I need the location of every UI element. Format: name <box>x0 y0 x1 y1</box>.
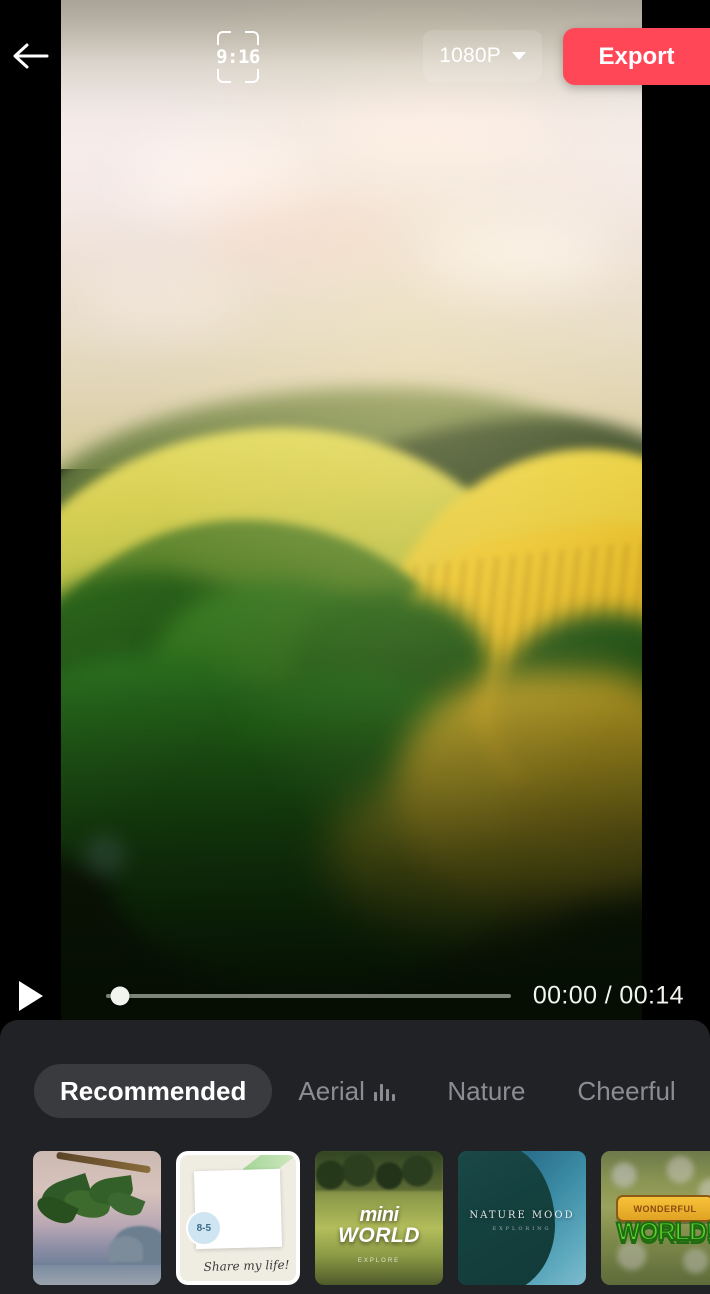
polaroid-caption: Share my life! <box>203 1258 290 1275</box>
nature-mood-subtitle: EXPLORING <box>492 1226 552 1233</box>
aspect-ratio-label: 9:16 <box>216 46 260 68</box>
category-tabs: Recommended Aerial Nature Cheerful <box>0 1061 710 1121</box>
title-line-1: mini <box>359 1203 399 1226</box>
back-button[interactable] <box>0 0 61 112</box>
tab-aerial[interactable]: Aerial <box>272 1064 421 1118</box>
island-rock <box>109 1236 144 1263</box>
template-thumbnail-nature-mood[interactable]: NATURE MOOD EXPLORING <box>458 1151 586 1285</box>
video-preview-stage <box>0 0 710 1020</box>
video-preview[interactable] <box>61 0 642 1020</box>
template-thumbnail-wonderful-world[interactable]: WONDERFUL WORLD! <box>601 1151 710 1285</box>
equalizer-icon <box>373 1082 396 1101</box>
top-toolbar: 9:16 1080P Export <box>0 0 710 112</box>
export-button-label: Export <box>598 42 675 70</box>
palm-trunk <box>56 1151 151 1174</box>
resolution-label: 1080P <box>439 44 501 67</box>
cloud <box>200 204 411 262</box>
arrow-left-icon <box>13 43 48 69</box>
template-thumbnail-mini-world[interactable]: mini WORLD EXPLORE <box>315 1151 443 1285</box>
resolution-selector[interactable]: 1080P <box>423 30 542 82</box>
template-thumbnail-polaroid[interactable]: 8-5 Share my life! <box>176 1151 300 1285</box>
title-line-2: WORLD <box>338 1223 420 1247</box>
treeline <box>315 1151 443 1192</box>
mini-world-subtitle: EXPLORE <box>357 1257 401 1264</box>
tab-label: Nature <box>447 1075 526 1106</box>
playback-bar: 00:00 / 00:14 <box>0 968 710 1024</box>
chevron-down-icon <box>512 52 526 60</box>
video-editor-screen: 9:16 1080P Export 00:00 / 00:14 Recommen… <box>0 0 710 1294</box>
template-list: 8-5 Share my life! mini WORLD EXPLORE NA… <box>0 1151 710 1289</box>
tab-cheerful[interactable]: Cheerful <box>551 1064 701 1118</box>
template-thumbnail-palm-beach[interactable] <box>33 1151 161 1285</box>
aspect-ratio-frame-icon: 9:16 <box>216 31 260 83</box>
aspect-ratio-button[interactable]: 9:16 <box>210 28 266 86</box>
palm-leaf <box>104 1187 146 1220</box>
tab-recommended[interactable]: Recommended <box>34 1064 273 1118</box>
timecode-label: 00:00 / 00:14 <box>532 981 684 1010</box>
sea <box>33 1264 161 1285</box>
mini-world-title: mini WORLD <box>315 1205 443 1246</box>
export-button[interactable]: Export <box>563 28 710 85</box>
nature-mood-title: NATURE MOOD <box>469 1209 575 1221</box>
progress-slider[interactable] <box>106 968 511 1024</box>
tab-label: Recommended <box>60 1075 247 1106</box>
world-title: WORLD! <box>616 1217 710 1247</box>
tab-label: Aerial <box>298 1075 365 1106</box>
round-sticker: 8-5 <box>185 1210 222 1247</box>
play-triangle-icon <box>18 981 43 1011</box>
progress-slider-handle[interactable] <box>110 986 130 1006</box>
progress-track <box>106 994 511 998</box>
tab-label: Cheerful <box>577 1075 676 1106</box>
tab-nature[interactable]: Nature <box>421 1064 551 1118</box>
play-button[interactable] <box>0 968 61 1024</box>
